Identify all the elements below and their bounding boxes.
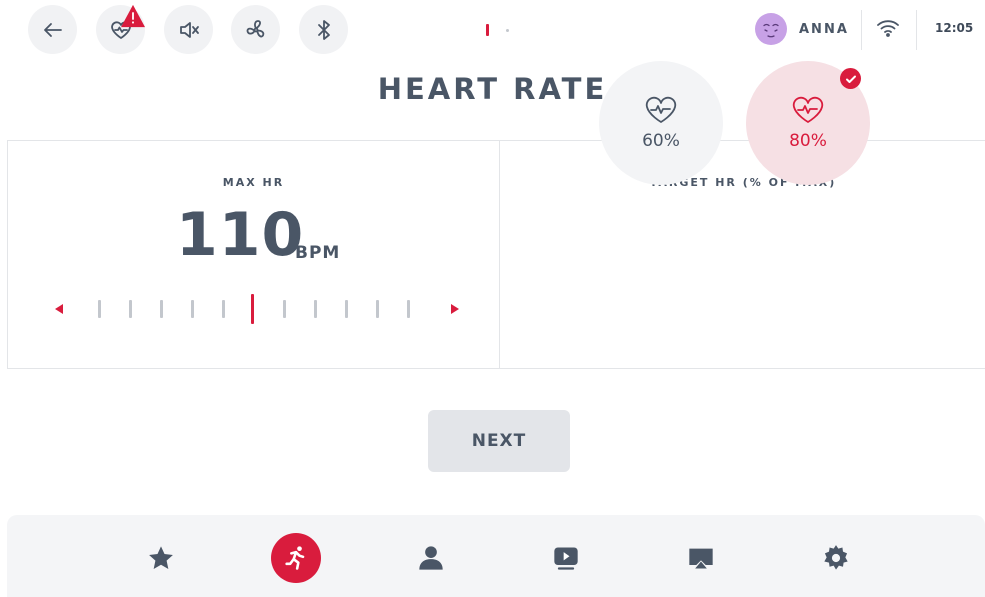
page-dot-active xyxy=(486,24,489,36)
nav-settings[interactable] xyxy=(811,533,861,583)
back-button[interactable] xyxy=(28,5,77,54)
mute-icon xyxy=(179,21,199,38)
nav-favorites[interactable] xyxy=(136,533,186,583)
back-icon xyxy=(43,22,62,37)
divider xyxy=(861,10,862,50)
running-icon xyxy=(285,546,305,570)
slider-thumb[interactable] xyxy=(251,294,254,324)
nav-profile[interactable] xyxy=(406,533,456,583)
avatar xyxy=(755,13,787,45)
target-option-label: 80% xyxy=(789,131,827,151)
page-dot xyxy=(506,28,509,32)
nav-videos[interactable] xyxy=(541,533,591,583)
user-name: ANNA xyxy=(799,21,849,37)
heart-rate-icon xyxy=(792,96,824,123)
fan-button[interactable] xyxy=(231,5,280,54)
max-hr-unit: BPM xyxy=(295,243,341,263)
max-hr-label: MAX HR xyxy=(222,176,285,189)
mute-button[interactable] xyxy=(164,5,213,54)
decrease-arrow-icon[interactable] xyxy=(55,304,63,314)
gear-icon xyxy=(824,545,848,570)
avatar-face-icon xyxy=(763,23,779,38)
bluetooth-button[interactable] xyxy=(299,5,348,54)
max-hr-value: 110 xyxy=(176,200,305,270)
divider xyxy=(916,10,917,50)
cast-icon xyxy=(689,548,713,569)
bluetooth-icon xyxy=(317,19,330,40)
nav-workout[interactable] xyxy=(271,533,321,583)
max-hr-slider[interactable] xyxy=(52,291,462,331)
target-hr-label: TARGET HR (% OF MAX) xyxy=(649,176,837,189)
warning-icon xyxy=(121,4,145,28)
fan-icon xyxy=(246,19,264,37)
video-icon xyxy=(554,547,578,570)
page-indicator xyxy=(486,24,509,36)
top-bar: ANNA 12:05 xyxy=(0,0,985,60)
user-icon xyxy=(419,546,443,570)
next-button[interactable]: NEXT xyxy=(428,410,570,472)
target-option-60[interactable]: 60% xyxy=(599,61,723,185)
target-option-label: 60% xyxy=(642,131,680,151)
bottom-nav xyxy=(7,515,985,597)
nav-cast[interactable] xyxy=(676,533,726,583)
heart-rate-button[interactable] xyxy=(96,4,145,54)
heart-rate-icon xyxy=(645,96,677,123)
wifi-icon xyxy=(877,20,899,37)
user-profile[interactable]: ANNA xyxy=(755,13,849,45)
star-icon xyxy=(149,546,173,569)
increase-arrow-icon[interactable] xyxy=(451,304,459,314)
clock: 12:05 xyxy=(935,21,974,35)
selected-check-icon xyxy=(840,68,861,89)
